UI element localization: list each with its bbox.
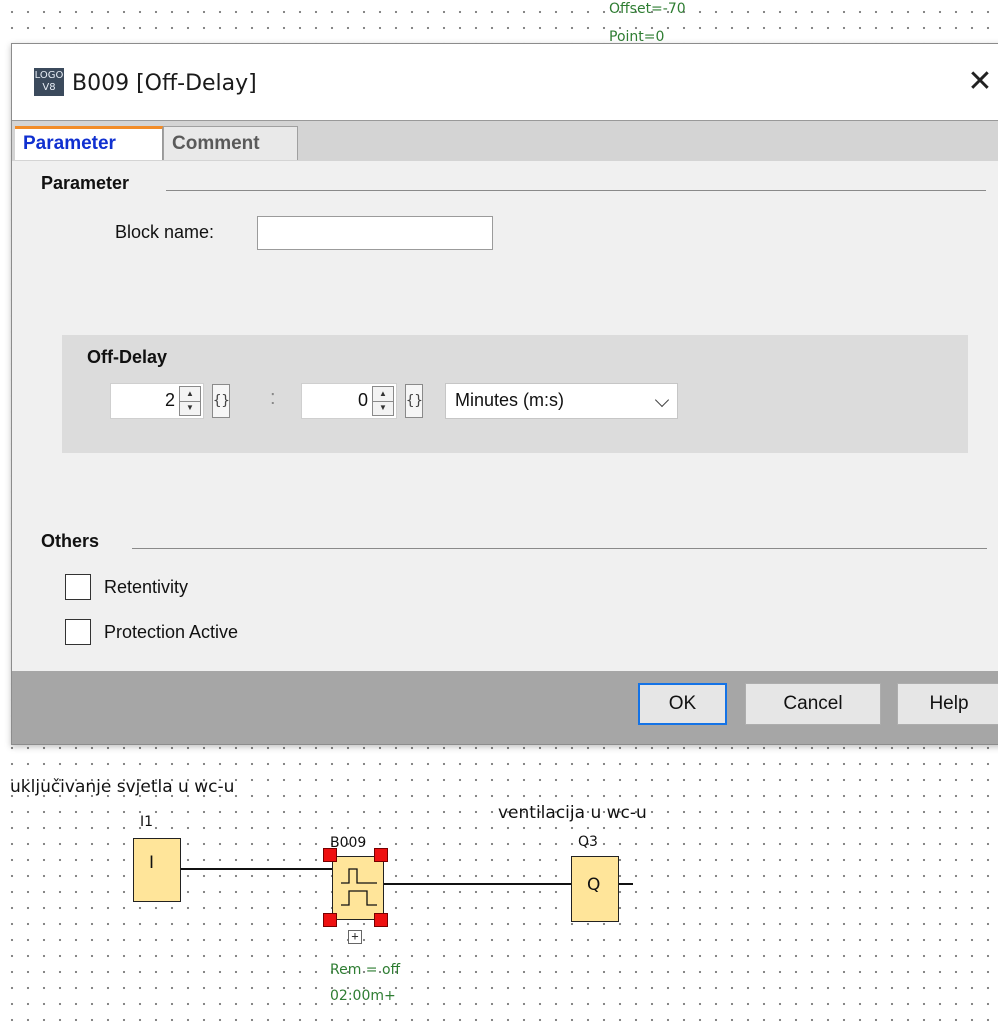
- delay-second-spin-buttons: ▲ ▼: [372, 386, 394, 416]
- block-name-input[interactable]: [257, 216, 493, 250]
- time-separator: :: [270, 387, 276, 409]
- connection-wire-input: [181, 868, 333, 870]
- dialog-titlebar[interactable]: LOGO V8 B009 [Off-Delay] ✕: [12, 44, 998, 120]
- parameter-section-title: Parameter: [41, 173, 130, 193]
- protection-active-label: Protection Active: [104, 622, 239, 642]
- connection-wire-output: [384, 883, 571, 885]
- tab-parameter[interactable]: Parameter: [15, 126, 163, 160]
- output-block-name: Q3: [578, 834, 598, 850]
- input-block-name: I1: [140, 814, 154, 830]
- dialog-title: B009 [Off-Delay]: [72, 71, 257, 96]
- off-delay-group: Off-Delay 2 ▲ ▼ {} : 0 ▲ ▼ {} Minutes (m…: [62, 335, 968, 453]
- selection-handle[interactable]: [323, 848, 337, 862]
- parameter-ref-button-2[interactable]: {}: [405, 384, 423, 418]
- cancel-button[interactable]: Cancel: [745, 683, 881, 725]
- close-icon[interactable]: ✕: [960, 62, 998, 102]
- spin-down-arrow-icon[interactable]: ▼: [180, 401, 200, 415]
- delay-first-value: 2: [164, 390, 175, 410]
- tab-strip: Parameter Comment: [12, 120, 998, 162]
- spin-up-arrow-icon[interactable]: ▲: [373, 387, 393, 402]
- selection-handle[interactable]: [323, 913, 337, 927]
- output-block-q3[interactable]: Q: [571, 856, 619, 922]
- output-stub-wire: [619, 883, 633, 885]
- off-delay-timing-icon: [341, 868, 377, 906]
- others-section-divider: [132, 548, 987, 549]
- help-button[interactable]: Help: [897, 683, 998, 725]
- time-unit-select[interactable]: Minutes (m:s): [445, 383, 678, 419]
- spin-up-arrow-icon[interactable]: ▲: [180, 387, 200, 402]
- parameter-ref-button-1[interactable]: {}: [212, 384, 230, 418]
- logo-app-icon: LOGO V8: [34, 68, 64, 96]
- block-retentivity-info: Rem = off: [330, 962, 401, 978]
- off-delay-title: Off-Delay: [87, 347, 168, 367]
- dialog-footer: OK Cancel Help: [12, 671, 998, 744]
- delay-second-value: 0: [357, 390, 368, 410]
- others-section-title: Others: [41, 531, 100, 551]
- retentivity-label: Retentivity: [104, 577, 189, 597]
- canvas-offset-note: Offset=-70: [609, 1, 686, 17]
- input-block-i1[interactable]: I: [133, 838, 181, 902]
- input-block-symbol: I: [149, 853, 155, 873]
- delay-first-spinner[interactable]: 2 ▲ ▼: [110, 383, 204, 419]
- block-time-info: 02:00m+: [330, 988, 396, 1004]
- chevron-down-icon: [654, 392, 670, 408]
- block-name-label: Block name:: [115, 222, 215, 242]
- dialog-content: Parameter Block name: Off-Delay 2 ▲ ▼ {}…: [12, 161, 998, 671]
- ok-button[interactable]: OK: [638, 683, 727, 725]
- canvas-point-note: Point=0: [609, 29, 665, 45]
- delay-first-spin-buttons: ▲ ▼: [179, 386, 201, 416]
- tab-comment[interactable]: Comment: [163, 126, 298, 160]
- delay-second-spinner[interactable]: 0 ▲ ▼: [301, 383, 397, 419]
- output-block-symbol: Q: [587, 875, 601, 895]
- off-delay-block-b009[interactable]: [332, 856, 384, 920]
- parameter-section-divider: [166, 190, 986, 191]
- retentivity-checkbox[interactable]: [65, 574, 91, 600]
- protection-active-checkbox[interactable]: [65, 619, 91, 645]
- off-delay-dialog: LOGO V8 B009 [Off-Delay] ✕ Parameter Comm…: [11, 43, 998, 745]
- selection-handle[interactable]: [374, 848, 388, 862]
- spin-down-arrow-icon[interactable]: ▼: [373, 401, 393, 415]
- expand-plus-icon[interactable]: +: [348, 930, 362, 944]
- selection-handle[interactable]: [374, 913, 388, 927]
- input-comment-label: uključivanje svjetla u wc-u: [10, 777, 235, 797]
- time-unit-value: Minutes (m:s): [455, 390, 565, 410]
- output-comment-label: ventilacija u wc-u: [498, 803, 647, 823]
